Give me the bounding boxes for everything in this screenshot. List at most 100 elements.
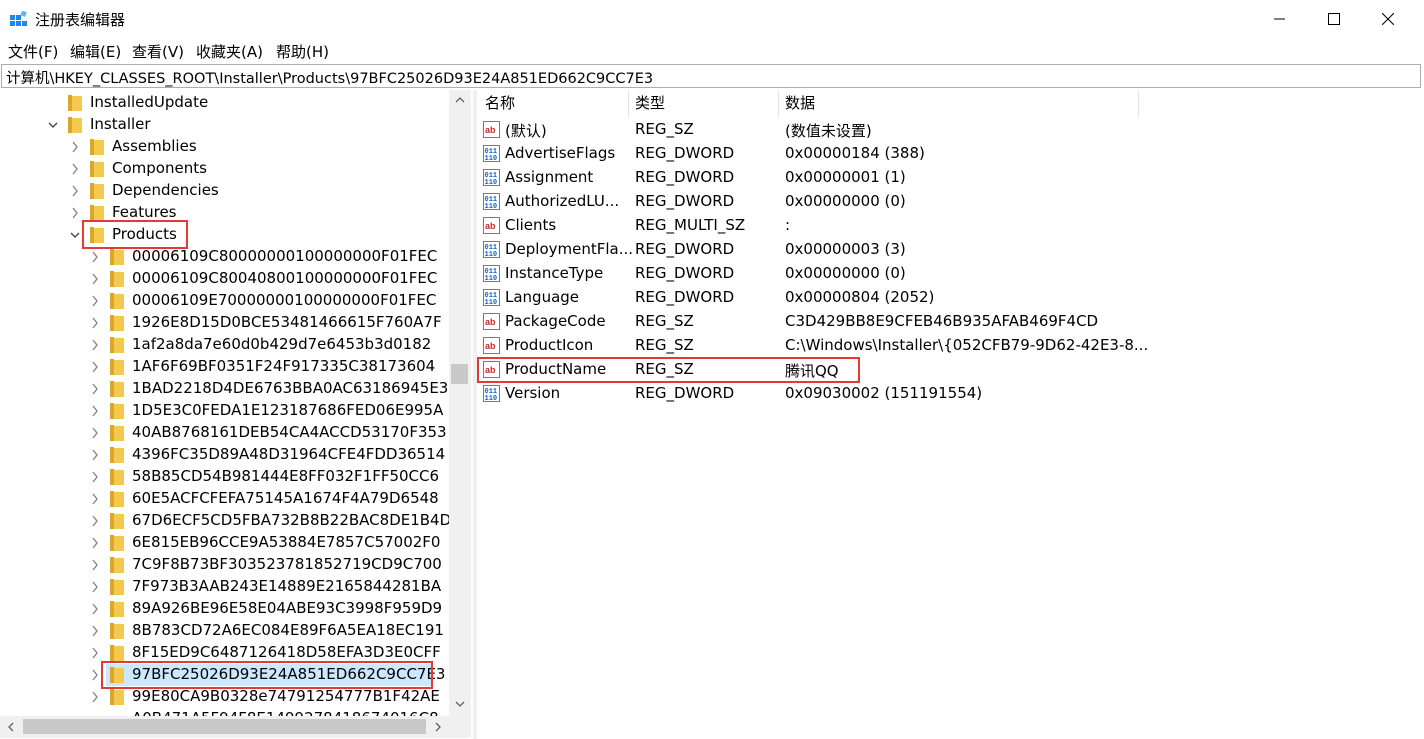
key-tree[interactable]: InstalledUpdate Installer Assemblies Compon… [0,90,474,739]
tree-item[interactable]: 1af2a8da7e60d0b429d7e6453b3d0182 [0,334,449,356]
window-title: 注册表编辑器 [35,11,126,29]
scroll-left-icon[interactable] [7,722,15,732]
tree-item[interactable]: 4396FC35D89A48D31964CFE4FDD36514 [0,444,449,466]
close-button[interactable] [1361,0,1415,38]
string-value-icon: ab [483,121,500,138]
chevron-right-icon[interactable] [90,448,100,462]
chevron-right-icon[interactable] [90,250,100,264]
column-separator[interactable] [628,90,629,118]
tree-item[interactable]: 1D5E3C0FEDA1E123187686FED06E995A [0,400,449,422]
chevron-right-icon[interactable] [70,162,80,176]
tree-item[interactable]: InstalledUpdate [0,92,449,114]
tree-item[interactable]: Components [0,158,449,180]
tree-item[interactable]: 67D6ECF5CD5FBA732B8B22BAC8DE1B4D [0,510,451,532]
chevron-right-icon[interactable] [90,382,100,396]
value-row[interactable]: 011 110 AuthorizedLU... REG_DWORD 0x00000000… [477,190,1417,214]
chevron-right-icon[interactable] [90,404,100,418]
menu-favorites[interactable]: 收藏夹(A) [196,41,263,62]
column-separator[interactable] [778,90,779,118]
tree-item[interactable]: 6E815EB96CCE9A53884E7857C57002F0 [0,532,449,554]
tree-item[interactable]: 1926E8D15D0BCE53481466615F760A7F [0,312,449,334]
chevron-right-icon[interactable] [70,140,80,154]
address-bar[interactable]: 计算机\HKEY_CLASSES_ROOT\Installer\Products… [1,64,1421,88]
binary-value-icon: 011110 [483,145,500,162]
chevron-right-icon[interactable] [90,646,100,660]
chevron-right-icon[interactable] [70,206,80,220]
tree-item[interactable]: 89A926BE96E58E04ABE93C3998F959D9 [0,598,449,620]
tree-item[interactable]: 1AF6F69BF0351F24F917335C38173604 [0,356,449,378]
tree-horizontal-thumb[interactable] [23,719,426,734]
column-header-data[interactable]: 数据 [785,92,815,113]
chevron-right-icon[interactable] [90,690,100,704]
chevron-right-icon[interactable] [90,360,100,374]
tree-item[interactable]: 60E5ACFCFEFA75145A1674F4A79D6548 [0,488,449,510]
tree-vertical-thumb[interactable] [451,364,468,384]
chevron-right-icon[interactable] [90,492,100,506]
value-row[interactable]: 011 110 Version REG_DWORD 0x09030002 (151191… [477,382,1417,406]
tree-item[interactable]: 00006109C80000000100000000F01FEC [0,246,449,268]
chevron-right-icon[interactable] [90,294,100,308]
column-header-name[interactable]: 名称 [485,92,515,113]
value-row[interactable]: 011 110 Language REG_DWORD 0x00000804 (2052) [477,286,1417,310]
folder-icon [110,491,124,507]
folder-icon [68,95,82,111]
tree-item[interactable]: 99E80CA9B0328e74791254777B1F42AE [0,686,449,708]
tree-item-label: Assemblies [112,137,197,155]
tree-item[interactable]: Assemblies [0,136,449,158]
chevron-right-icon[interactable] [90,536,100,550]
chevron-right-icon[interactable] [90,624,100,638]
menu-edit[interactable]: 编辑(E) [70,41,121,62]
maximize-button[interactable] [1307,0,1361,38]
tree-item[interactable]: Installer [0,114,449,136]
value-row[interactable]: ab Clients REG_MULTI_SZ: [477,214,1417,238]
tree-vertical-scrollbar[interactable] [449,90,471,716]
tree-item[interactable]: 40AB8768161DEB54CA4ACCD53170F353 [0,422,449,444]
menu-file[interactable]: 文件(F) [8,41,58,62]
value-row[interactable]: 011 110 DeploymentFla... REG_DWORD 0x0000000… [477,238,1417,262]
column-header-type[interactable]: 类型 [635,92,665,113]
value-row[interactable]: ab ProductIcon REG_SZ C:\Windows\Installer\… [477,334,1417,358]
chevron-right-icon[interactable] [90,558,100,572]
tree-horizontal-scrollbar[interactable] [0,716,449,738]
tree-item[interactable]: 8B783CD72A6EC084E89F6A5EA18EC191 [0,620,449,642]
tree-item[interactable]: 58B85CD54B981444E8FF032F1FF50CC6 [0,466,449,488]
chevron-right-icon[interactable] [90,470,100,484]
tree-item[interactable]: 00006109E70000000100000000F01FEC [0,290,449,312]
chevron-right-icon[interactable] [90,668,100,682]
scroll-right-icon[interactable] [434,722,442,732]
chevron-down-icon[interactable] [48,118,58,132]
chevron-right-icon[interactable] [70,184,80,198]
scroll-up-icon[interactable] [455,96,465,104]
menu-view[interactable]: 查看(V) [132,41,184,62]
tree-item[interactable]: 7F973B3AAB243E14889E2165844281BA [0,576,449,598]
selected-key-highlight-box [101,661,433,689]
tree-item[interactable]: 7C9F8B73BF303523781852719CD9C700 [0,554,449,576]
menu-help[interactable]: 帮助(H) [276,41,329,62]
value-row[interactable]: 011 110 AdvertiseFlags REG_DWORD 0x00000184 … [477,142,1417,166]
chevron-down-icon[interactable] [70,228,80,242]
value-row[interactable]: ab PackageCode REG_SZ C3D429BB8E9CFEB46B935… [477,310,1417,334]
column-separator[interactable] [1138,90,1139,118]
folder-icon [110,579,124,595]
chevron-right-icon[interactable] [90,580,100,594]
value-row[interactable]: 011 110 InstanceType REG_DWORD 0x00000000 (0… [477,262,1417,286]
title-bar: 注册表编辑器 [0,0,1424,38]
chevron-right-icon[interactable] [90,272,100,286]
chevron-right-icon[interactable] [90,514,100,528]
scroll-down-icon[interactable] [455,700,465,708]
chevron-right-icon[interactable] [90,316,100,330]
tree-item[interactable]: Products [0,224,449,246]
folder-icon [90,205,104,221]
minimize-button[interactable] [1253,0,1307,38]
tree-item[interactable]: 00006109C80040800100000000F01FEC [0,268,449,290]
chevron-right-icon[interactable] [90,338,100,352]
chevron-right-icon[interactable] [90,602,100,616]
value-row[interactable]: 011 110 Assignment REG_DWORD 0x00000001 (1) [477,166,1417,190]
tree-item[interactable]: Features [0,202,449,224]
address-path[interactable]: 计算机\HKEY_CLASSES_ROOT\Installer\Products… [6,67,653,88]
tree-item[interactable]: 1BAD2218D4DE6763BBA0AC63186945E3 [0,378,449,400]
tree-item[interactable]: Dependencies [0,180,449,202]
value-list[interactable]: 名称 类型 数据 ab (默认) REG_SZ (数值未设置) 011 110 Advert… [477,90,1424,739]
chevron-right-icon[interactable] [90,426,100,440]
value-row[interactable]: ab (默认) REG_SZ (数值未设置) [477,118,1417,142]
